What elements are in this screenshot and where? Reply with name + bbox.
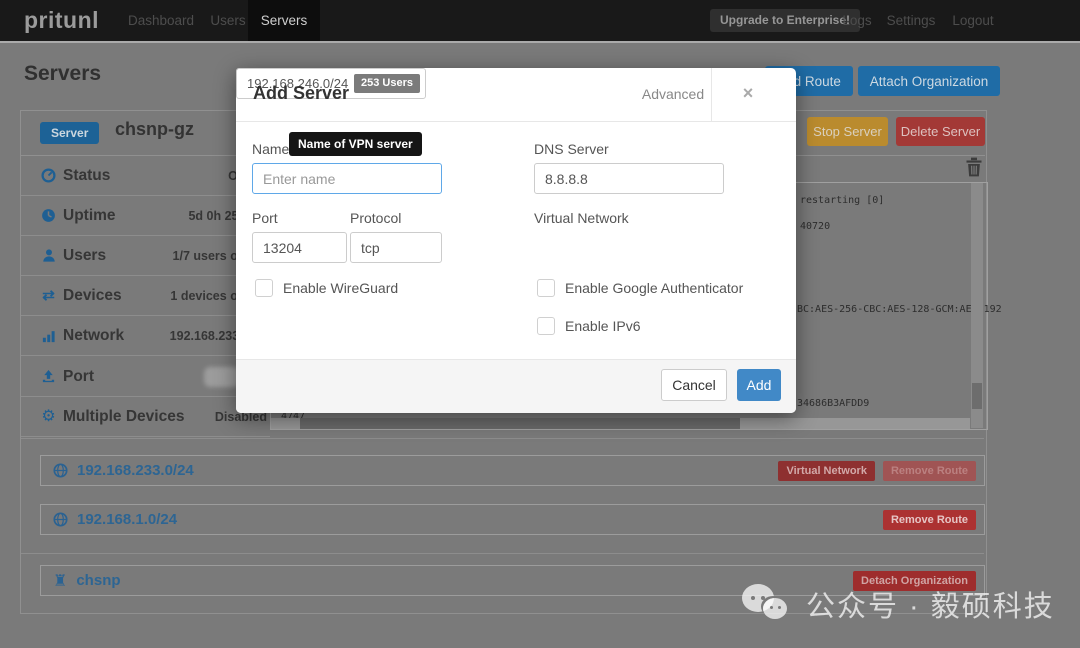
clock-icon (40, 208, 57, 223)
close-icon[interactable]: × (736, 81, 760, 105)
attr-row-status: Status Online (21, 156, 270, 196)
upgrade-to-enterprise-button[interactable]: Upgrade to Enterprise! (710, 9, 860, 32)
watermark-text: 公众号 · 毅硕科技 (806, 583, 1055, 625)
divider (711, 68, 712, 121)
devices-icon: ⇄ (40, 288, 57, 303)
attr-label: Port (63, 368, 94, 386)
organization-rook-icon: ♜ (53, 571, 67, 591)
port-input[interactable] (252, 232, 347, 263)
pritunl-app: pritunl Dashboard Users Servers Upgrade … (0, 0, 1080, 648)
attr-row-users: Users 1/7 users online (21, 236, 270, 276)
log-vertical-scrollbar-thumb[interactable] (972, 383, 982, 409)
clear-log-trash-icon[interactable] (965, 157, 983, 177)
modal-footer: Cancel Add (236, 359, 796, 413)
users-count-badge: 253 Users (354, 74, 420, 93)
enable-ipv6-checkbox[interactable] (537, 317, 555, 335)
log-horizontal-scrollbar-thumb[interactable] (300, 418, 740, 429)
gauge-icon (40, 168, 57, 183)
gear-icon: ⚙ (40, 409, 57, 424)
virtual-network-field-label: Virtual Network (534, 210, 629, 226)
virtual-network-badge: Virtual Network (778, 461, 875, 481)
pritunl-logo[interactable]: pritunl (24, 0, 99, 41)
name-field-label: Name (252, 141, 289, 157)
attr-label: Devices (63, 287, 122, 305)
delete-server-button[interactable]: Delete Server (896, 117, 985, 146)
network-bars-icon (40, 329, 57, 343)
add-server-modal: Add Server Advanced × Name Name of VPN s… (236, 68, 796, 413)
enable-ipv6-label: Enable IPv6 (565, 318, 641, 334)
route-cidr: 192.168.1.0/24 (77, 511, 177, 528)
attr-row-devices: ⇄ Devices 1 devices online (21, 276, 270, 316)
dns-input[interactable] (534, 163, 724, 194)
log-line: 34686B3AFDD9 (797, 398, 869, 409)
navbar: pritunl Dashboard Users Servers Upgrade … (0, 0, 1080, 43)
nav-item-dashboard[interactable]: Dashboard (128, 0, 192, 41)
attr-row-multiple-devices: ⚙ Multiple Devices Disabled (21, 397, 270, 437)
wechat-icon (742, 582, 792, 626)
attach-organization-button[interactable]: Attach Organization (858, 66, 1000, 96)
stop-server-button[interactable]: Stop Server (807, 117, 888, 146)
enable-wireguard-label: Enable WireGuard (283, 280, 398, 296)
server-type-badge: Server (40, 122, 99, 144)
attr-label: Status (63, 167, 110, 185)
organization-name: chsnp (76, 572, 120, 589)
remove-route-button[interactable]: Remove Route (883, 461, 976, 481)
enable-wireguard-checkbox[interactable] (255, 279, 273, 297)
attr-label: Network (63, 327, 124, 345)
section-divider (21, 438, 984, 439)
name-input[interactable] (252, 163, 442, 194)
globe-icon (53, 463, 68, 478)
enable-google-authenticator-checkbox[interactable] (537, 279, 555, 297)
attr-label: Multiple Devices (63, 408, 184, 426)
advanced-tab[interactable]: Advanced (635, 68, 711, 121)
nav-item-logs[interactable]: Logs (840, 0, 874, 41)
dns-field-label: DNS Server (534, 141, 609, 157)
protocol-input[interactable] (350, 232, 442, 263)
modal-title: Add Server (253, 83, 349, 104)
log-line: restarting [0] (800, 195, 884, 206)
add-button[interactable]: Add (737, 369, 781, 401)
nav-item-settings[interactable]: Settings (884, 0, 938, 41)
section-divider (21, 553, 984, 554)
nav-item-users[interactable]: Users (206, 0, 250, 41)
globe-icon (53, 512, 68, 527)
enable-google-authenticator-label: Enable Google Authenticator (565, 280, 743, 296)
port-field-label: Port (252, 210, 278, 226)
divider (236, 121, 796, 122)
attr-row-uptime: Uptime 5d 0h 25m 1s (21, 196, 270, 236)
protocol-field-label: Protocol (350, 210, 401, 226)
nav-item-logout[interactable]: Logout (948, 0, 998, 41)
route-cidr: 192.168.233.0/24 (77, 462, 194, 479)
attr-row-port: Port /udp (21, 357, 270, 397)
remove-route-button[interactable]: Remove Route (883, 510, 976, 530)
attr-label: Users (63, 247, 106, 265)
name-tooltip: Name of VPN server (289, 132, 422, 156)
attr-label: Uptime (63, 207, 116, 225)
upload-icon (40, 369, 57, 384)
route-row: 192.168.1.0/24 Remove Route (40, 504, 985, 535)
page-title: Servers (24, 62, 101, 86)
nav-item-servers[interactable]: Servers (248, 0, 320, 41)
user-icon (40, 248, 57, 263)
cancel-button[interactable]: Cancel (661, 369, 727, 401)
redaction-blur (204, 367, 240, 387)
route-row: 192.168.233.0/24 Virtual Network Remove … (40, 455, 985, 486)
server-name: chsnp-gz (115, 119, 194, 140)
attr-row-network: Network 192.168.233.0/24 (21, 316, 270, 356)
log-line: 40720 (800, 221, 830, 232)
watermark: 公众号 · 毅硕科技 (742, 582, 1055, 626)
